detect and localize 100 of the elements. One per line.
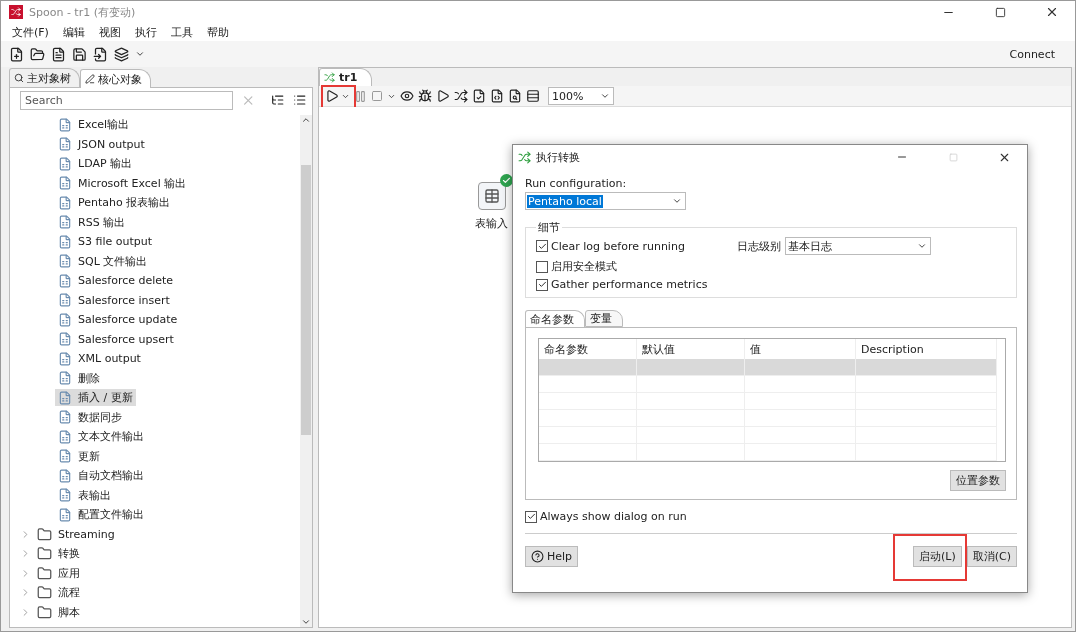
tree-item[interactable]: 自动文档输出: [55, 467, 147, 485]
scrollbar[interactable]: [300, 115, 312, 627]
tree-item[interactable]: 文本文件输出: [55, 428, 147, 446]
table-cell[interactable]: [539, 444, 637, 461]
menu-item[interactable]: 编辑: [57, 24, 90, 40]
preview-icon[interactable]: [400, 89, 414, 103]
document-icon: [58, 312, 72, 327]
zoom-select[interactable]: 100%: [548, 87, 614, 105]
run-configuration-select[interactable]: Pentaho local: [525, 192, 686, 210]
tree-item[interactable]: 配置文件输出: [55, 506, 147, 524]
tree-item[interactable]: Salesforce update: [55, 311, 181, 328]
folder-label[interactable]: 流程: [58, 585, 80, 601]
tree-item[interactable]: 表输出: [55, 486, 114, 504]
document-icon[interactable]: [51, 46, 66, 62]
open-folder-icon[interactable]: [30, 46, 45, 62]
table-cell[interactable]: [637, 376, 745, 393]
tree-item[interactable]: 插入 / 更新: [55, 389, 136, 407]
tree-item[interactable]: Salesforce delete: [55, 272, 177, 289]
search-field[interactable]: Search: [20, 90, 233, 110]
stop-icon[interactable]: [371, 90, 383, 102]
table-cell[interactable]: [856, 444, 997, 461]
tree-item[interactable]: S3 file output: [55, 233, 155, 250]
table-cell[interactable]: [637, 444, 745, 461]
run-icon[interactable]: [325, 89, 339, 103]
menu-item[interactable]: 视图: [93, 24, 126, 40]
menu-item[interactable]: 执行: [129, 24, 162, 40]
tree-item[interactable]: SQL 文件输出: [55, 252, 151, 270]
checkbox-label[interactable]: Always show dialog on run: [540, 510, 687, 523]
checkbox-label[interactable]: Clear log before running: [551, 239, 685, 253]
checkbox[interactable]: [536, 260, 548, 273]
menu-item[interactable]: 工具: [165, 24, 198, 40]
table-cell[interactable]: [856, 376, 997, 393]
document-icon: [58, 410, 72, 425]
panel-tab[interactable]: 核心对象: [80, 69, 151, 88]
tree-item[interactable]: Microsoft Excel 输出: [55, 174, 190, 192]
dialog-tab[interactable]: 命名参数: [525, 310, 585, 327]
document-icon: [58, 488, 72, 503]
tree-item[interactable]: Excel输出: [55, 116, 133, 134]
dialog-tab[interactable]: 变量: [585, 310, 623, 327]
field-label: 日志级别: [737, 238, 781, 254]
table-cell[interactable]: [745, 376, 856, 393]
tree-item[interactable]: Salesforce insert: [55, 292, 173, 309]
document-icon: [58, 293, 72, 308]
document-icon: [58, 429, 72, 444]
table-cell[interactable]: [637, 359, 745, 376]
scrollbar-thumb[interactable]: [301, 165, 311, 435]
checkbox[interactable]: [536, 240, 548, 252]
table-cell[interactable]: [539, 359, 637, 376]
table-input-node[interactable]: [477, 182, 506, 210]
document-icon: [58, 195, 72, 210]
dialog-button[interactable]: 启动(L): [913, 546, 962, 567]
scroll-up-icon: [301, 115, 311, 125]
document-icon: [58, 507, 72, 522]
table-cell[interactable]: [745, 444, 856, 461]
folder-label[interactable]: 脚本: [58, 604, 80, 620]
menu-item[interactable]: 帮助: [201, 24, 234, 40]
position-params-button[interactable]: 位置参数: [950, 470, 1006, 491]
help-button[interactable]: Help: [525, 546, 579, 567]
tree-item[interactable]: LDAP 输出: [55, 155, 136, 173]
layers-icon[interactable]: [114, 46, 129, 62]
editor-tab[interactable]: tr1: [319, 68, 373, 86]
tree-item[interactable]: 数据同步: [55, 408, 125, 426]
maximize-icon[interactable]: [994, 6, 1006, 18]
caret-icon[interactable]: [135, 49, 145, 59]
pause-icon[interactable]: [354, 89, 367, 103]
tree-icon[interactable]: [271, 93, 285, 107]
folder-label[interactable]: 转换: [58, 546, 80, 562]
table-cell[interactable]: [745, 359, 856, 376]
table-cell[interactable]: [856, 359, 997, 376]
menu-item[interactable]: 文件(F): [7, 24, 54, 40]
table-cell[interactable]: [539, 410, 637, 427]
dialog-icon: [518, 150, 531, 164]
tree-item[interactable]: 更新: [55, 447, 103, 465]
table-cell[interactable]: [539, 376, 637, 393]
close-icon[interactable]: [1045, 5, 1059, 19]
panel-tab[interactable]: 主对象树: [9, 68, 80, 87]
folder-label[interactable]: 应用: [58, 565, 80, 581]
debug-icon[interactable]: [418, 89, 432, 103]
folder-label[interactable]: Streaming: [58, 527, 115, 541]
save-as-icon[interactable]: [93, 46, 108, 62]
tree-item[interactable]: 删除: [55, 369, 103, 387]
checkbox[interactable]: [525, 510, 537, 523]
new-file-icon[interactable]: [9, 46, 24, 62]
checkbox-label[interactable]: Gather performance metrics: [551, 278, 708, 291]
list-icon[interactable]: [292, 93, 306, 107]
document-icon: [58, 117, 72, 132]
grid-icon[interactable]: [526, 89, 540, 103]
dialog-button[interactable]: 取消(C): [966, 546, 1017, 567]
tree-item[interactable]: RSS 输出: [55, 213, 129, 231]
table-cell[interactable]: [539, 393, 637, 410]
checkbox-label[interactable]: 启用安全模式: [551, 259, 617, 274]
tree-item[interactable]: Pentaho 报表输出: [55, 194, 174, 212]
checkbox[interactable]: [536, 278, 548, 291]
table-cell[interactable]: [539, 427, 637, 444]
log-level-select[interactable]: 基本日志: [785, 237, 931, 255]
tree-item[interactable]: JSON output: [55, 136, 148, 153]
tree-item[interactable]: XML output: [55, 350, 144, 367]
tree-item[interactable]: Salesforce upsert: [55, 331, 177, 348]
save-icon[interactable]: [72, 46, 87, 62]
connect-button[interactable]: Connect: [1009, 47, 1055, 61]
